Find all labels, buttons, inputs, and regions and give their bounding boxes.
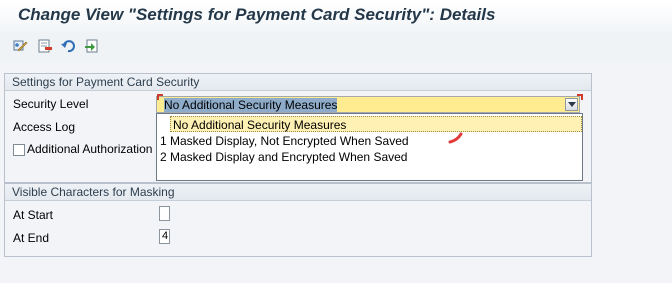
- access-log-label: Access Log: [13, 120, 76, 134]
- title-bar: Change View "Settings for Payment Card S…: [0, 0, 672, 32]
- at-end-label: At End: [13, 231, 50, 245]
- display-change-icon[interactable]: [12, 38, 28, 54]
- delete-icon[interactable]: [37, 38, 53, 54]
- masking-group: Visible Characters for Masking: [4, 183, 592, 257]
- at-start-label: At Start: [13, 208, 54, 222]
- security-level-dropdown: No Additional Security Measures 1 Masked…: [156, 113, 583, 181]
- settings-group-header: Settings for Payment Card Security: [5, 74, 591, 91]
- dropdown-option[interactable]: 1 Masked Display, Not Encrypted When Sav…: [157, 133, 582, 149]
- at-start-input[interactable]: [159, 206, 170, 221]
- required-marker-right: [577, 94, 583, 100]
- security-level-label: Security Level: [13, 97, 89, 111]
- dropdown-option[interactable]: 2 Masked Display and Encrypted When Save…: [157, 149, 582, 165]
- additional-auth-checkbox[interactable]: [13, 144, 25, 156]
- annotation-stroke: [448, 132, 463, 144]
- page-title: Change View "Settings for Payment Card S…: [18, 5, 496, 24]
- select-icon[interactable]: [84, 38, 100, 54]
- dropdown-option[interactable]: No Additional Security Measures: [170, 116, 582, 132]
- at-end-input[interactable]: 4: [159, 229, 170, 244]
- undo-icon[interactable]: [60, 38, 76, 54]
- required-marker-left: [157, 94, 163, 100]
- security-level-select[interactable]: No Additional Security Measures: [156, 96, 580, 113]
- additional-auth-label: Additional Authorization: [27, 142, 153, 156]
- security-level-value: No Additional Security Measures: [164, 98, 338, 112]
- toolbar: [0, 32, 672, 60]
- masking-group-header: Visible Characters for Masking: [5, 184, 591, 201]
